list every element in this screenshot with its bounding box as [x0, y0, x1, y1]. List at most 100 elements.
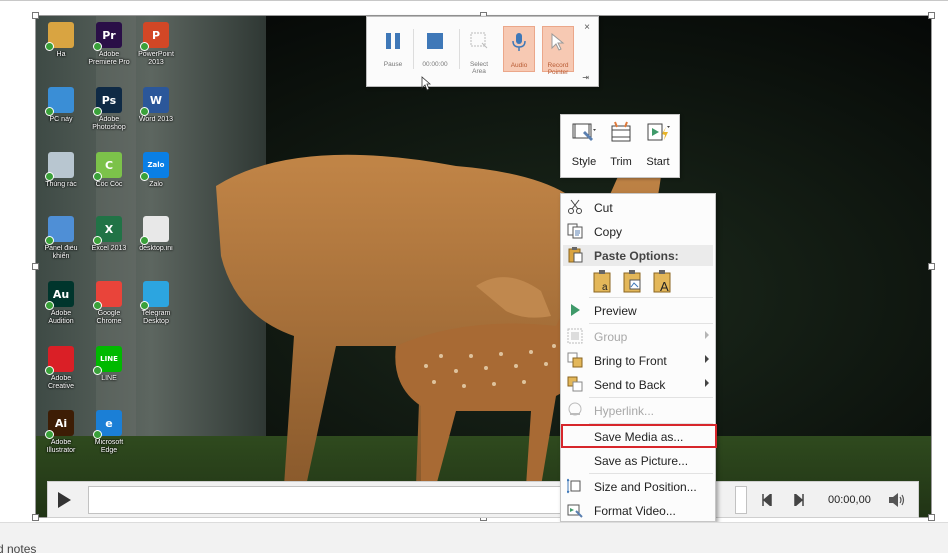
pointer-icon [551, 32, 565, 51]
menu-item-label: Copy [594, 225, 623, 239]
style-label: Style [571, 156, 597, 168]
desktop-icon[interactable]: Google Chrome [86, 281, 132, 326]
resize-handle-bottom-right[interactable] [928, 514, 935, 521]
paste-picture-icon[interactable] [622, 270, 644, 294]
desktop-icon-label: LINE [101, 375, 117, 382]
resize-handle-top-left[interactable] [32, 12, 39, 19]
desktop-icon[interactable]: Pr Adobe Premiere Pro [86, 22, 132, 67]
desktop-icon[interactable]: e Microsoft Edge [86, 410, 132, 455]
paste-options-header: Paste Options: [563, 245, 713, 266]
desktop-icon-label: PC này [49, 116, 73, 123]
desktop-icon-label: Adobe Premiere Pro [88, 51, 130, 66]
trim-button[interactable]: Trim [604, 121, 638, 168]
clipboard-icon [568, 247, 583, 263]
menu-item-label: Save as Picture... [594, 454, 689, 468]
desktop-icon[interactable]: Adobe Creative [38, 346, 84, 391]
group-icon [567, 328, 583, 344]
desktop-icon-label: Excel 2013 [91, 245, 127, 252]
play-button[interactable] [58, 492, 71, 508]
menu-separator [589, 397, 713, 398]
desktop-icon[interactable]: Zalo Zalo [133, 152, 179, 189]
select-area-button[interactable]: Select Area [463, 26, 495, 75]
stop-button[interactable]: 00:00:00 [419, 26, 451, 72]
resize-handle-top-right[interactable] [928, 12, 935, 19]
desktop-icon-label: Adobe Photoshop [92, 116, 126, 131]
desktop-icon[interactable]: Ha [38, 22, 84, 59]
desktop-icon[interactable]: P PowerPoint 2013 [133, 22, 179, 67]
desktop-icon[interactable]: Panel điều khiển [38, 216, 84, 261]
desktop-icon[interactable]: C Cốc Cốc [86, 152, 132, 189]
close-icon[interactable]: × [584, 22, 590, 33]
sync-check-icon [140, 172, 149, 181]
media-control-bar: 00:00,00 [47, 481, 919, 518]
resize-handle-middle-left[interactable] [32, 263, 39, 270]
bring-to-front-icon [567, 352, 583, 368]
desktop-icon[interactable]: W Word 2013 [133, 87, 179, 124]
sync-check-icon [93, 430, 102, 439]
menu-item-bring-to-front[interactable]: Bring to Front [563, 349, 713, 371]
menu-item-save-as-picture[interactable]: Save as Picture... [563, 449, 713, 471]
menu-item-format-video[interactable]: Format Video... [563, 499, 713, 521]
sync-check-icon [45, 172, 54, 181]
microphone-icon [512, 33, 526, 51]
video-progress-bar[interactable] [88, 486, 564, 514]
context-menu: Cut Copy Paste Options: a A Preview Grou… [560, 193, 716, 522]
toolbar-separator [459, 29, 460, 69]
desktop-icon[interactable]: Telegram Desktop [133, 281, 179, 326]
video-progress-end [735, 486, 747, 514]
notes-label[interactable]: d notes [0, 542, 36, 553]
resize-handle-bottom-left[interactable] [32, 514, 39, 521]
desktop-icon-label: Zalo [149, 181, 163, 188]
desktop-icon[interactable]: LINE LINE [86, 346, 132, 383]
play-icon [571, 304, 580, 316]
desktop-icon-label: desktop.ini [139, 245, 173, 252]
sync-check-icon [45, 107, 54, 116]
desktop-icon-label: Adobe Creative [47, 375, 75, 390]
pin-toolbar-icon[interactable]: ⇥ [582, 73, 589, 82]
desktop-icon[interactable]: PC này [38, 87, 84, 124]
menu-item-preview[interactable]: Preview [563, 299, 713, 321]
resize-handle-middle-right[interactable] [928, 263, 935, 270]
start-button[interactable]: Start [641, 121, 675, 168]
copy-icon [567, 223, 583, 239]
paste-keep-formatting-icon[interactable]: a [592, 270, 614, 294]
slide-top-edge [0, 0, 948, 1]
select-area-icon [470, 32, 488, 49]
menu-item-copy[interactable]: Copy [563, 220, 713, 242]
menu-item-cut[interactable]: Cut [563, 196, 713, 218]
sync-check-icon [140, 42, 149, 51]
desktop-icon-label: Panel điều khiển [44, 245, 78, 260]
notes-bar [0, 522, 948, 553]
sync-check-icon [140, 301, 149, 310]
desktop-icon[interactable]: Ai Adobe Illustrator [38, 410, 84, 455]
toolbar-separator [413, 29, 414, 69]
desktop-icon[interactable]: X Excel 2013 [86, 216, 132, 253]
desktop-icon-label: Adobe Illustrator [46, 439, 76, 454]
pause-button[interactable]: Pause [377, 26, 409, 72]
skip-forward-icon[interactable] [794, 494, 804, 506]
record-pointer-button[interactable]: Record Pointer [542, 26, 574, 76]
desktop-icon[interactable]: desktop.ini [133, 216, 179, 253]
menu-item-size-and-position[interactable]: Size and Position... [563, 475, 713, 497]
pause-label: Pause [383, 61, 403, 68]
sync-check-icon [45, 366, 54, 375]
menu-item-label: Group [594, 330, 628, 344]
volume-icon[interactable] [888, 492, 906, 508]
scissors-icon [568, 199, 582, 214]
record-pointer-label: Record Pointer [547, 62, 569, 76]
desktop-icon[interactable]: Au Adobe Audition [38, 281, 84, 326]
desktop-icon-label: Microsoft Edge [94, 439, 124, 454]
format-video-icon [567, 504, 583, 518]
video-slide[interactable]: Ha Pr Adobe Premiere Pro P PowerPoint 2013 PC… [35, 15, 932, 518]
style-button[interactable]: Style [567, 121, 601, 168]
desktop-icon-label: Thùng rác [45, 181, 77, 188]
screen-recording-toolbar: Pause 00:00:00 Select Area Audio Record … [366, 16, 599, 87]
audio-button[interactable]: Audio [503, 26, 535, 72]
paste-text-only-icon[interactable]: A [652, 270, 674, 294]
media-time-display: 00:00,00 [828, 494, 871, 506]
desktop-icon[interactable]: Thùng rác [38, 152, 84, 189]
trim-video-icon [611, 121, 631, 142]
desktop-icon[interactable]: Ps Adobe Photoshop [86, 87, 132, 132]
menu-item-send-to-back[interactable]: Send to Back [563, 373, 713, 395]
skip-back-icon[interactable] [762, 494, 772, 506]
